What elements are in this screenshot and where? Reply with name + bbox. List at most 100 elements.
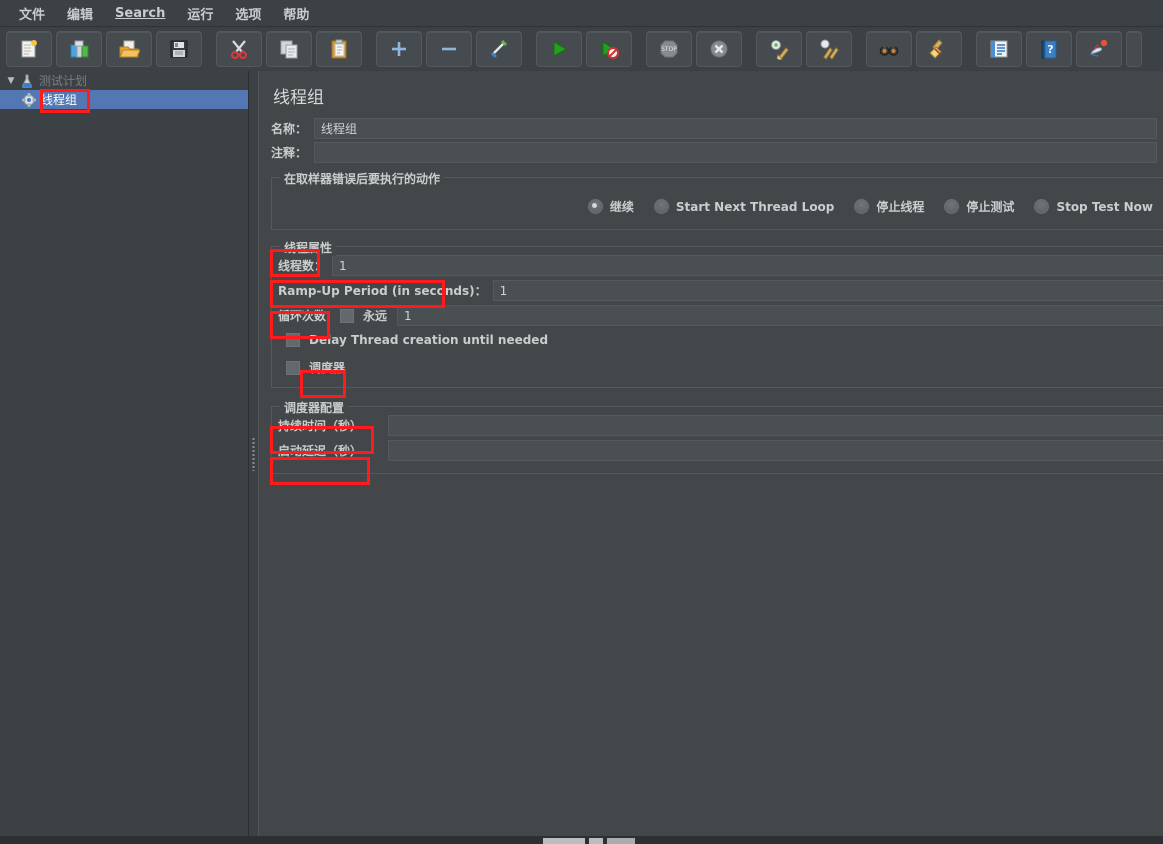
name-label: 名称： (271, 122, 308, 136)
toolbar-clear[interactable] (756, 31, 802, 67)
taskbar-button-c[interactable] (607, 838, 635, 844)
new-document-icon (21, 40, 37, 58)
toolbar-about[interactable] (1076, 31, 1122, 67)
taskbar-button-b[interactable] (589, 838, 603, 844)
comment-field-row: 注释： (271, 142, 1157, 163)
taskbar-text (742, 837, 932, 844)
num-threads-label: 线程数： (278, 259, 327, 273)
duration-input[interactable] (388, 415, 1163, 436)
menu-search[interactable]: Search (104, 3, 176, 24)
toolbar-search[interactable] (866, 31, 912, 67)
radio-stop-thread-indicator[interactable] (854, 199, 870, 214)
split-divider-grip (252, 436, 255, 471)
radio-stop-test-label: 停止测试 (966, 200, 1015, 214)
forever-checkbox[interactable] (340, 308, 355, 323)
toolbar: STOP ? (0, 27, 1163, 72)
delay-thread-creation-checkbox[interactable] (286, 333, 300, 347)
thread-properties-title: 线程属性 (280, 239, 337, 256)
shutdown-x-icon (710, 40, 728, 58)
delay-thread-creation-label: Delay Thread creation until needed (309, 333, 549, 347)
toolbar-copy[interactable] (266, 31, 312, 67)
delay-thread-creation-row[interactable]: Delay Thread creation until needed (272, 330, 1163, 350)
toolbar-new[interactable] (6, 31, 52, 67)
toolbar-function-helper[interactable] (976, 31, 1022, 67)
ramp-up-label: Ramp-Up Period (in seconds)： (278, 284, 487, 298)
thread-properties-group: 线程属性 线程数： 1 Ramp-Up Period (in seconds)：… (271, 239, 1163, 388)
toolbar-paste[interactable] (316, 31, 362, 67)
radio-continue-indicator[interactable] (587, 199, 603, 214)
toolbar-cut[interactable] (216, 31, 262, 67)
test-plan-tree[interactable]: ▼ 测试计划 线程组 (0, 71, 249, 836)
toolbar-templates[interactable] (56, 31, 102, 67)
scheduler-row[interactable]: 调度器 (272, 356, 1163, 379)
toolbar-reset-search[interactable] (916, 31, 962, 67)
name-field-row: 名称： 线程组 (271, 118, 1157, 139)
toolbar-expand[interactable] (376, 31, 422, 67)
startup-delay-input[interactable] (388, 440, 1163, 461)
loop-count-input[interactable]: 1 (397, 305, 1163, 326)
toolbar-shutdown[interactable] (696, 31, 742, 67)
split-divider[interactable] (249, 71, 258, 836)
radio-start-next-thread-loop-indicator[interactable] (653, 199, 669, 214)
thread-group-gear-icon (20, 92, 38, 108)
sampler-error-action-radios: 继续 Start Next Thread Loop 停止线程 停止测试 Stop… (272, 188, 1163, 221)
tree-node-test-plan[interactable]: ▼ 测试计划 (0, 71, 248, 90)
toolbar-start-no-pauses[interactable] (586, 31, 632, 67)
loop-count-row: 循环次数 永远 1 (272, 305, 1163, 326)
page-title: 线程组 (273, 88, 324, 108)
scheduler-label: 调度器 (309, 361, 346, 375)
clear-all-broom-icon (820, 39, 839, 60)
play-green-icon (553, 41, 567, 57)
radio-stop-thread-label: 停止线程 (876, 200, 925, 214)
main-split-pane: ▼ 测试计划 线程组 线程组 名称： 线程组 注释： 在取样器错误后要执行的动作… (0, 71, 1163, 836)
taskbar-button-a[interactable] (543, 838, 585, 844)
copy-icon (280, 40, 298, 59)
toggle-icon (490, 39, 508, 59)
radio-stop-test[interactable]: 停止测试 (944, 198, 1014, 215)
comment-input[interactable] (314, 142, 1157, 163)
radio-stop-test-now[interactable]: Stop Test Now (1034, 199, 1153, 214)
menu-options[interactable]: 选项 (224, 1, 272, 26)
play-no-timers-icon (602, 41, 619, 59)
toolbar-clear-all[interactable] (806, 31, 852, 67)
toolbar-start[interactable] (536, 31, 582, 67)
toolbar-collapse[interactable] (426, 31, 472, 67)
thread-group-editor-panel: 线程组 名称： 线程组 注释： 在取样器错误后要执行的动作 继续 Start N… (258, 71, 1163, 836)
templates-icon (70, 40, 89, 58)
name-input[interactable]: 线程组 (314, 118, 1157, 139)
tree-node-thread-group[interactable]: 线程组 (0, 90, 248, 109)
radio-continue-label: 继续 (609, 200, 634, 214)
tree-expand-chevron-icon[interactable]: ▼ (4, 76, 18, 86)
duration-row: 持续时间（秒） (272, 415, 1163, 436)
scheduler-checkbox[interactable] (286, 360, 300, 375)
radio-stop-test-now-label: Stop Test Now (1056, 199, 1153, 214)
toolbar-stop[interactable]: STOP (646, 31, 692, 67)
menu-run[interactable]: 运行 (176, 1, 224, 26)
duration-label: 持续时间（秒） (278, 419, 363, 433)
sampler-error-action-group: 在取样器错误后要执行的动作 继续 Start Next Thread Loop … (271, 170, 1163, 230)
menu-run-label: 运行 (187, 7, 214, 23)
toolbar-overflow[interactable] (1126, 31, 1142, 67)
toolbar-toggle[interactable] (476, 31, 522, 67)
plus-icon (392, 42, 406, 56)
menu-file-label: 文件 (19, 7, 46, 23)
function-helper-notebook-icon (990, 40, 1008, 58)
radio-stop-test-now-indicator[interactable] (1034, 199, 1050, 214)
menu-file[interactable]: 文件 (8, 1, 56, 26)
menu-edit[interactable]: 编辑 (56, 1, 104, 26)
ramp-up-input[interactable]: 1 (492, 280, 1163, 301)
radio-continue[interactable]: 继续 (587, 198, 634, 215)
startup-delay-row: 启动延迟（秒） (272, 440, 1163, 461)
radio-start-next-thread-loop[interactable]: Start Next Thread Loop (653, 199, 834, 214)
menu-help[interactable]: 帮助 (272, 1, 320, 26)
toolbar-help[interactable]: ? (1026, 31, 1072, 67)
radio-stop-thread[interactable]: 停止线程 (854, 198, 924, 215)
num-threads-input[interactable]: 1 (332, 255, 1163, 276)
clear-gear-broom-icon (771, 40, 789, 60)
toolbar-open[interactable] (106, 31, 152, 67)
loop-count-label: 循环次数 (278, 309, 327, 323)
open-folder-icon (119, 40, 140, 58)
toolbar-save[interactable] (156, 31, 202, 67)
ramp-up-row: Ramp-Up Period (in seconds)： 1 (272, 280, 1163, 301)
radio-stop-test-indicator[interactable] (944, 199, 960, 214)
